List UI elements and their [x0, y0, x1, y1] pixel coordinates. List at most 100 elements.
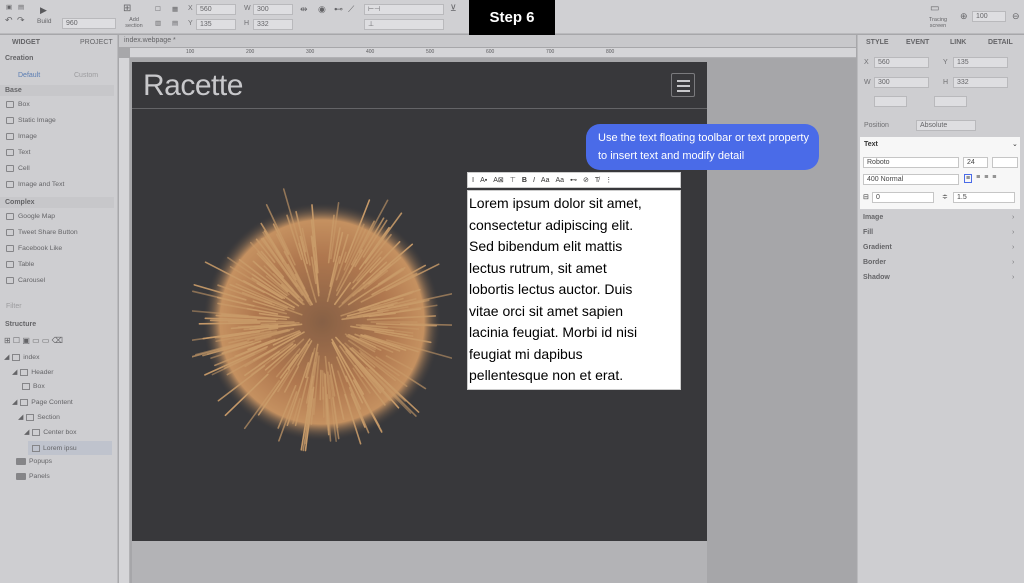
min-width-field[interactable]: [874, 96, 907, 107]
link-icon[interactable]: ⊷: [334, 4, 343, 15]
subtab-default[interactable]: Default: [18, 72, 40, 79]
align-tool-icon[interactable]: ▥: [155, 19, 161, 27]
save-icon[interactable]: ▣: [6, 3, 12, 11]
style-h-field[interactable]: 332: [953, 77, 1008, 88]
text-cursor-icon[interactable]: Ⅰ: [472, 176, 474, 184]
open-icon[interactable]: ▤: [18, 3, 24, 11]
widget-image-and-text[interactable]: Image and Text: [6, 181, 64, 188]
h-field[interactable]: 332: [253, 19, 293, 30]
widget-table[interactable]: Table: [6, 261, 34, 268]
widget-carousel[interactable]: Carousel: [6, 277, 45, 284]
tab-index-webpage[interactable]: index.webpage *: [124, 37, 176, 44]
font-size-select[interactable]: 24: [963, 157, 988, 168]
unlink-icon[interactable]: ⊘: [583, 176, 589, 184]
font-color-icon[interactable]: A▪: [480, 177, 487, 184]
category-gradient[interactable]: Gradient: [863, 244, 892, 251]
text-collapse-icon[interactable]: ⌄: [1012, 140, 1018, 148]
more-options-icon[interactable]: ⋮: [605, 176, 612, 184]
tree-panels[interactable]: Panels: [16, 473, 50, 480]
complex-header[interactable]: Complex: [0, 197, 114, 208]
tab-style[interactable]: STYLE: [866, 39, 889, 46]
line-height-field[interactable]: 1.5: [953, 192, 1015, 203]
zoom-field[interactable]: 100: [972, 11, 1006, 22]
clear-format-icon[interactable]: T̸: [595, 177, 599, 184]
zoom-icon[interactable]: ⊕: [960, 11, 968, 22]
align-justify-icon[interactable]: ≡: [992, 174, 996, 183]
structure-toolbar[interactable]: ⊞ ☐ ▣ ▭ ▭ ⌫: [4, 336, 63, 345]
tree-center-box[interactable]: ◢ Center box: [24, 428, 76, 436]
category-shadow[interactable]: Shadow: [863, 274, 890, 281]
widget-box[interactable]: Box: [6, 101, 30, 108]
visibility-icon[interactable]: ◉: [318, 4, 326, 15]
resolution-field[interactable]: 960: [62, 18, 116, 29]
table-tool-icon[interactable]: ▤: [172, 19, 178, 27]
send-back-icon[interactable]: ⊻: [450, 3, 457, 14]
align-select[interactable]: ⊥: [364, 19, 444, 30]
chevron-right-icon[interactable]: ›: [1012, 259, 1014, 266]
widget-static-image[interactable]: Static Image: [6, 117, 56, 124]
paint-format-icon[interactable]: ⊤: [510, 176, 516, 184]
redo-icon[interactable]: ↷: [17, 15, 25, 26]
style-x-field[interactable]: 560: [874, 57, 929, 68]
bold-icon[interactable]: B: [522, 177, 527, 184]
widget-text[interactable]: Text: [6, 149, 30, 156]
font-family-select[interactable]: Roboto: [863, 157, 959, 168]
tree-popups[interactable]: Popups: [16, 458, 52, 465]
letter-spacing-field[interactable]: 0: [872, 192, 934, 203]
tracing-screen-button[interactable]: Tracing screen: [923, 17, 953, 29]
align-center-icon[interactable]: ≡: [976, 174, 980, 183]
font-size-icon[interactable]: Aa: [541, 177, 550, 184]
style-w-field[interactable]: 300: [874, 77, 929, 88]
tree-box[interactable]: Box: [22, 383, 45, 390]
widget-image[interactable]: Image: [6, 133, 37, 140]
italic-icon[interactable]: I: [533, 177, 535, 184]
base-header[interactable]: Base: [0, 85, 114, 96]
build-icon[interactable]: ▶: [40, 5, 47, 16]
undo-icon[interactable]: ↶: [5, 15, 13, 26]
x-field[interactable]: 560: [196, 4, 236, 15]
chevron-right-icon[interactable]: ›: [1012, 274, 1014, 281]
text-widget[interactable]: Lorem ipsum dolor sit amet, consectetur …: [467, 190, 681, 390]
font-color-field[interactable]: [992, 157, 1018, 168]
tab-widget[interactable]: WIDGET: [12, 39, 40, 46]
build-button[interactable]: Build: [37, 18, 51, 25]
tab-link[interactable]: LINK: [950, 39, 966, 46]
hamburger-menu-icon[interactable]: [671, 73, 695, 97]
distribute-select[interactable]: ⊢⊣: [364, 4, 444, 15]
tree-page-content[interactable]: ◢ Page Content: [12, 398, 73, 406]
y-field[interactable]: 135: [196, 19, 236, 30]
tree-lorem-ipsu[interactable]: Lorem ipsu: [28, 441, 112, 455]
subtab-custom[interactable]: Custom: [74, 72, 98, 79]
widget-cell[interactable]: Cell: [6, 165, 30, 172]
tree-index[interactable]: ◢ index: [4, 353, 39, 361]
align-left-icon[interactable]: ≡: [964, 174, 973, 183]
widget-facebook-like[interactable]: Facebook Like: [6, 245, 62, 252]
add-section-icon[interactable]: ⊞: [123, 3, 131, 14]
box-tool-icon[interactable]: ☐: [155, 5, 161, 13]
chevron-right-icon[interactable]: ›: [1012, 214, 1014, 221]
widget-google-map[interactable]: Google Map: [6, 213, 55, 220]
font-weight-select[interactable]: 400 Normal: [863, 174, 959, 185]
text-section-header[interactable]: Text: [864, 141, 878, 148]
align-right-icon[interactable]: ≡: [984, 174, 988, 183]
case-icon[interactable]: Aa: [555, 177, 564, 184]
tree-header[interactable]: ◢ Header: [12, 368, 54, 376]
grid-tool-icon[interactable]: ▦: [172, 5, 178, 13]
filter-input[interactable]: Filter: [6, 303, 22, 310]
widget-tweet-share[interactable]: Tweet Share Button: [6, 229, 78, 236]
category-border[interactable]: Border: [863, 259, 886, 266]
lock-ratio-icon[interactable]: ⇹: [300, 4, 308, 15]
w-field[interactable]: 300: [253, 4, 293, 15]
style-y-field[interactable]: 135: [953, 57, 1008, 68]
link-icon[interactable]: ⊷: [570, 176, 577, 184]
bg-color-icon[interactable]: A⊠: [493, 176, 504, 184]
chevron-right-icon[interactable]: ›: [1012, 229, 1014, 236]
max-width-field[interactable]: [934, 96, 967, 107]
position-select[interactable]: Absolute: [916, 120, 976, 131]
add-section-button[interactable]: Add section: [122, 17, 146, 29]
tab-event[interactable]: EVENT: [906, 39, 929, 46]
zoom-out-icon[interactable]: ⊖: [1012, 11, 1020, 22]
slash-icon[interactable]: ⟋: [348, 4, 354, 15]
tab-detail[interactable]: DETAIL: [988, 39, 1013, 46]
chevron-right-icon[interactable]: ›: [1012, 244, 1014, 251]
